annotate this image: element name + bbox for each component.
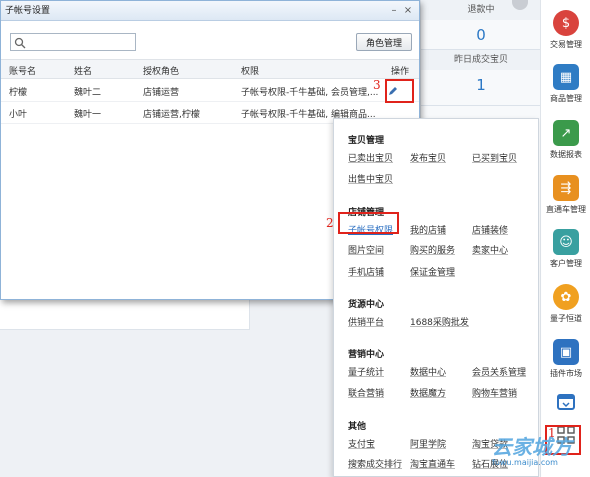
toolbar-item-ztc[interactable]: ⇶ 直通车管理 [541,175,590,215]
menu-link-crm[interactable]: 会员关系管理 [472,365,526,378]
menu-link-deposit[interactable]: 保证金管理 [410,265,455,278]
table-header: 账号名 姓名 授权角色 权限 操作 [1,59,419,79]
toolbar-label: 直通车管理 [546,205,586,214]
edit-highlight-box [385,79,414,103]
chart-icon: ↗ [553,120,579,146]
watermark-text: 云家城方 [492,435,572,459]
section-title-other: 其他 [348,422,367,432]
menu-link-ztc[interactable]: 淘宝直通车 [410,457,455,470]
menu-link-1688[interactable]: 1688采购批发 [410,315,469,328]
toolbar-label: 量子恒道 [550,314,582,323]
cell-permission: 子帐号权限-千牛基础, 会员管理,... [241,88,379,98]
cell-account: 小叶 [9,110,28,120]
table-row[interactable]: 柠檬 魏叶二 店铺运营 子帐号权限-千牛基础, 会员管理,... [1,80,419,102]
toolbar-item-customer[interactable]: ☺ 客户管理 [541,229,590,269]
refund-value[interactable]: 0 [421,20,541,50]
section-title-supply: 货源中心 [348,300,385,310]
toolbar-item-goods[interactable]: ▦ 商品管理 [541,64,590,104]
column-permission: 权限 [241,67,260,77]
dialog-titlebar[interactable]: 子帐号设置 – × [1,1,419,21]
column-action: 操作 [391,67,410,77]
function-menu: 宝贝管理 已卖出宝贝 发布宝贝 已买到宝贝 出售中宝贝 店铺管理 子帐号权限 我… [333,118,539,477]
menu-link-on-sale[interactable]: 出售中宝贝 [348,172,393,185]
menu-link-my-shop[interactable]: 我的店铺 [410,223,446,236]
menu-link-alipay[interactable]: 支付宝 [348,437,375,450]
user-icon: ☺ [553,229,579,255]
toolbar-item-report[interactable]: ↗ 数据报表 [541,120,590,160]
right-toolbar: $ 交易管理 ▦ 商品管理 ↗ 数据报表 ⇶ 直通车管理 ☺ 客户管理 ✿ 量子… [540,0,590,477]
menu-link-mobile-shop[interactable]: 手机店铺 [348,265,384,278]
plugin-icon: ▣ [553,339,579,365]
section-title-goods: 宝贝管理 [348,136,385,146]
yesterday-label: 昨日成交宝贝 [421,50,541,70]
menu-link-quantum-stats[interactable]: 量子统计 [348,365,384,378]
toolbar-label: 数据报表 [550,150,582,159]
menu-link-bought[interactable]: 已买到宝贝 [472,151,517,164]
search-icon [14,37,26,49]
cell-account: 柠檬 [9,88,28,98]
yesterday-value[interactable]: 1 [421,70,541,100]
menu-link-seller-center[interactable]: 卖家中心 [472,243,508,256]
watermark-url: fuwu.maijia.com [492,458,558,467]
search-input[interactable] [29,35,129,49]
role-management-button[interactable]: 角色管理 [356,33,412,51]
menu-link-cart-marketing[interactable]: 购物车营销 [472,386,517,399]
search-box [10,33,136,51]
cell-name: 魏叶一 [74,110,102,120]
quantum-icon: ✿ [553,284,579,310]
menu-link-joint-marketing[interactable]: 联合营销 [348,386,384,399]
toolbar-label: 商品管理 [550,94,582,103]
cell-role: 店铺运营 [143,88,180,98]
menu-link-distribution[interactable]: 供销平台 [348,315,384,328]
close-button[interactable]: × [401,1,415,21]
toolbar-label: 客户管理 [550,259,582,268]
menu-link-services[interactable]: 购买的服务 [410,243,455,256]
menu-link-sold[interactable]: 已卖出宝贝 [348,151,393,164]
column-name: 姓名 [74,67,93,77]
menu-link-data-cube[interactable]: 数据魔方 [410,386,446,399]
menu-link-search-rank[interactable]: 搜索成交排行 [348,457,402,470]
toolbar-item-plugin[interactable]: ▣ 插件市场 [541,339,590,379]
goods-icon: ▦ [553,64,579,90]
menu-link-ali-academy[interactable]: 阿里学院 [410,437,446,450]
section-title-marketing: 营销中心 [348,350,385,360]
car-icon: ⇶ [553,175,579,201]
dialog-title: 子帐号设置 [5,6,51,16]
cell-role: 店铺运营,柠檬 [143,110,200,120]
step-marker-2: 2 [326,216,334,230]
menu-link-publish[interactable]: 发布宝贝 [410,151,446,164]
toolbar-item-quantum[interactable]: ✿ 量子恒道 [541,284,590,324]
column-account: 账号名 [9,67,37,77]
menu-link-decorate[interactable]: 店铺装修 [472,223,508,236]
dollar-icon: $ [553,10,579,36]
minimize-button[interactable]: – [387,1,401,21]
menu-link-image-space[interactable]: 图片空间 [348,243,384,256]
watermark: 云家城方 fuwu.maijia.com [492,436,584,476]
cell-name: 魏叶二 [74,88,102,98]
step-marker-3: 3 [373,78,381,92]
toolbar-label: 插件市场 [550,369,582,378]
menu-link-data-center[interactable]: 数据中心 [410,365,446,378]
calendar-button[interactable] [541,392,590,415]
permission-highlight-box [338,212,399,234]
toolbar-item-trade[interactable]: $ 交易管理 [541,10,590,50]
toolbar-label: 交易管理 [550,40,582,49]
calendar-icon [557,394,575,410]
yesterday-stat: 昨日成交宝贝 1 [421,50,541,106]
column-role: 授权角色 [143,67,180,77]
